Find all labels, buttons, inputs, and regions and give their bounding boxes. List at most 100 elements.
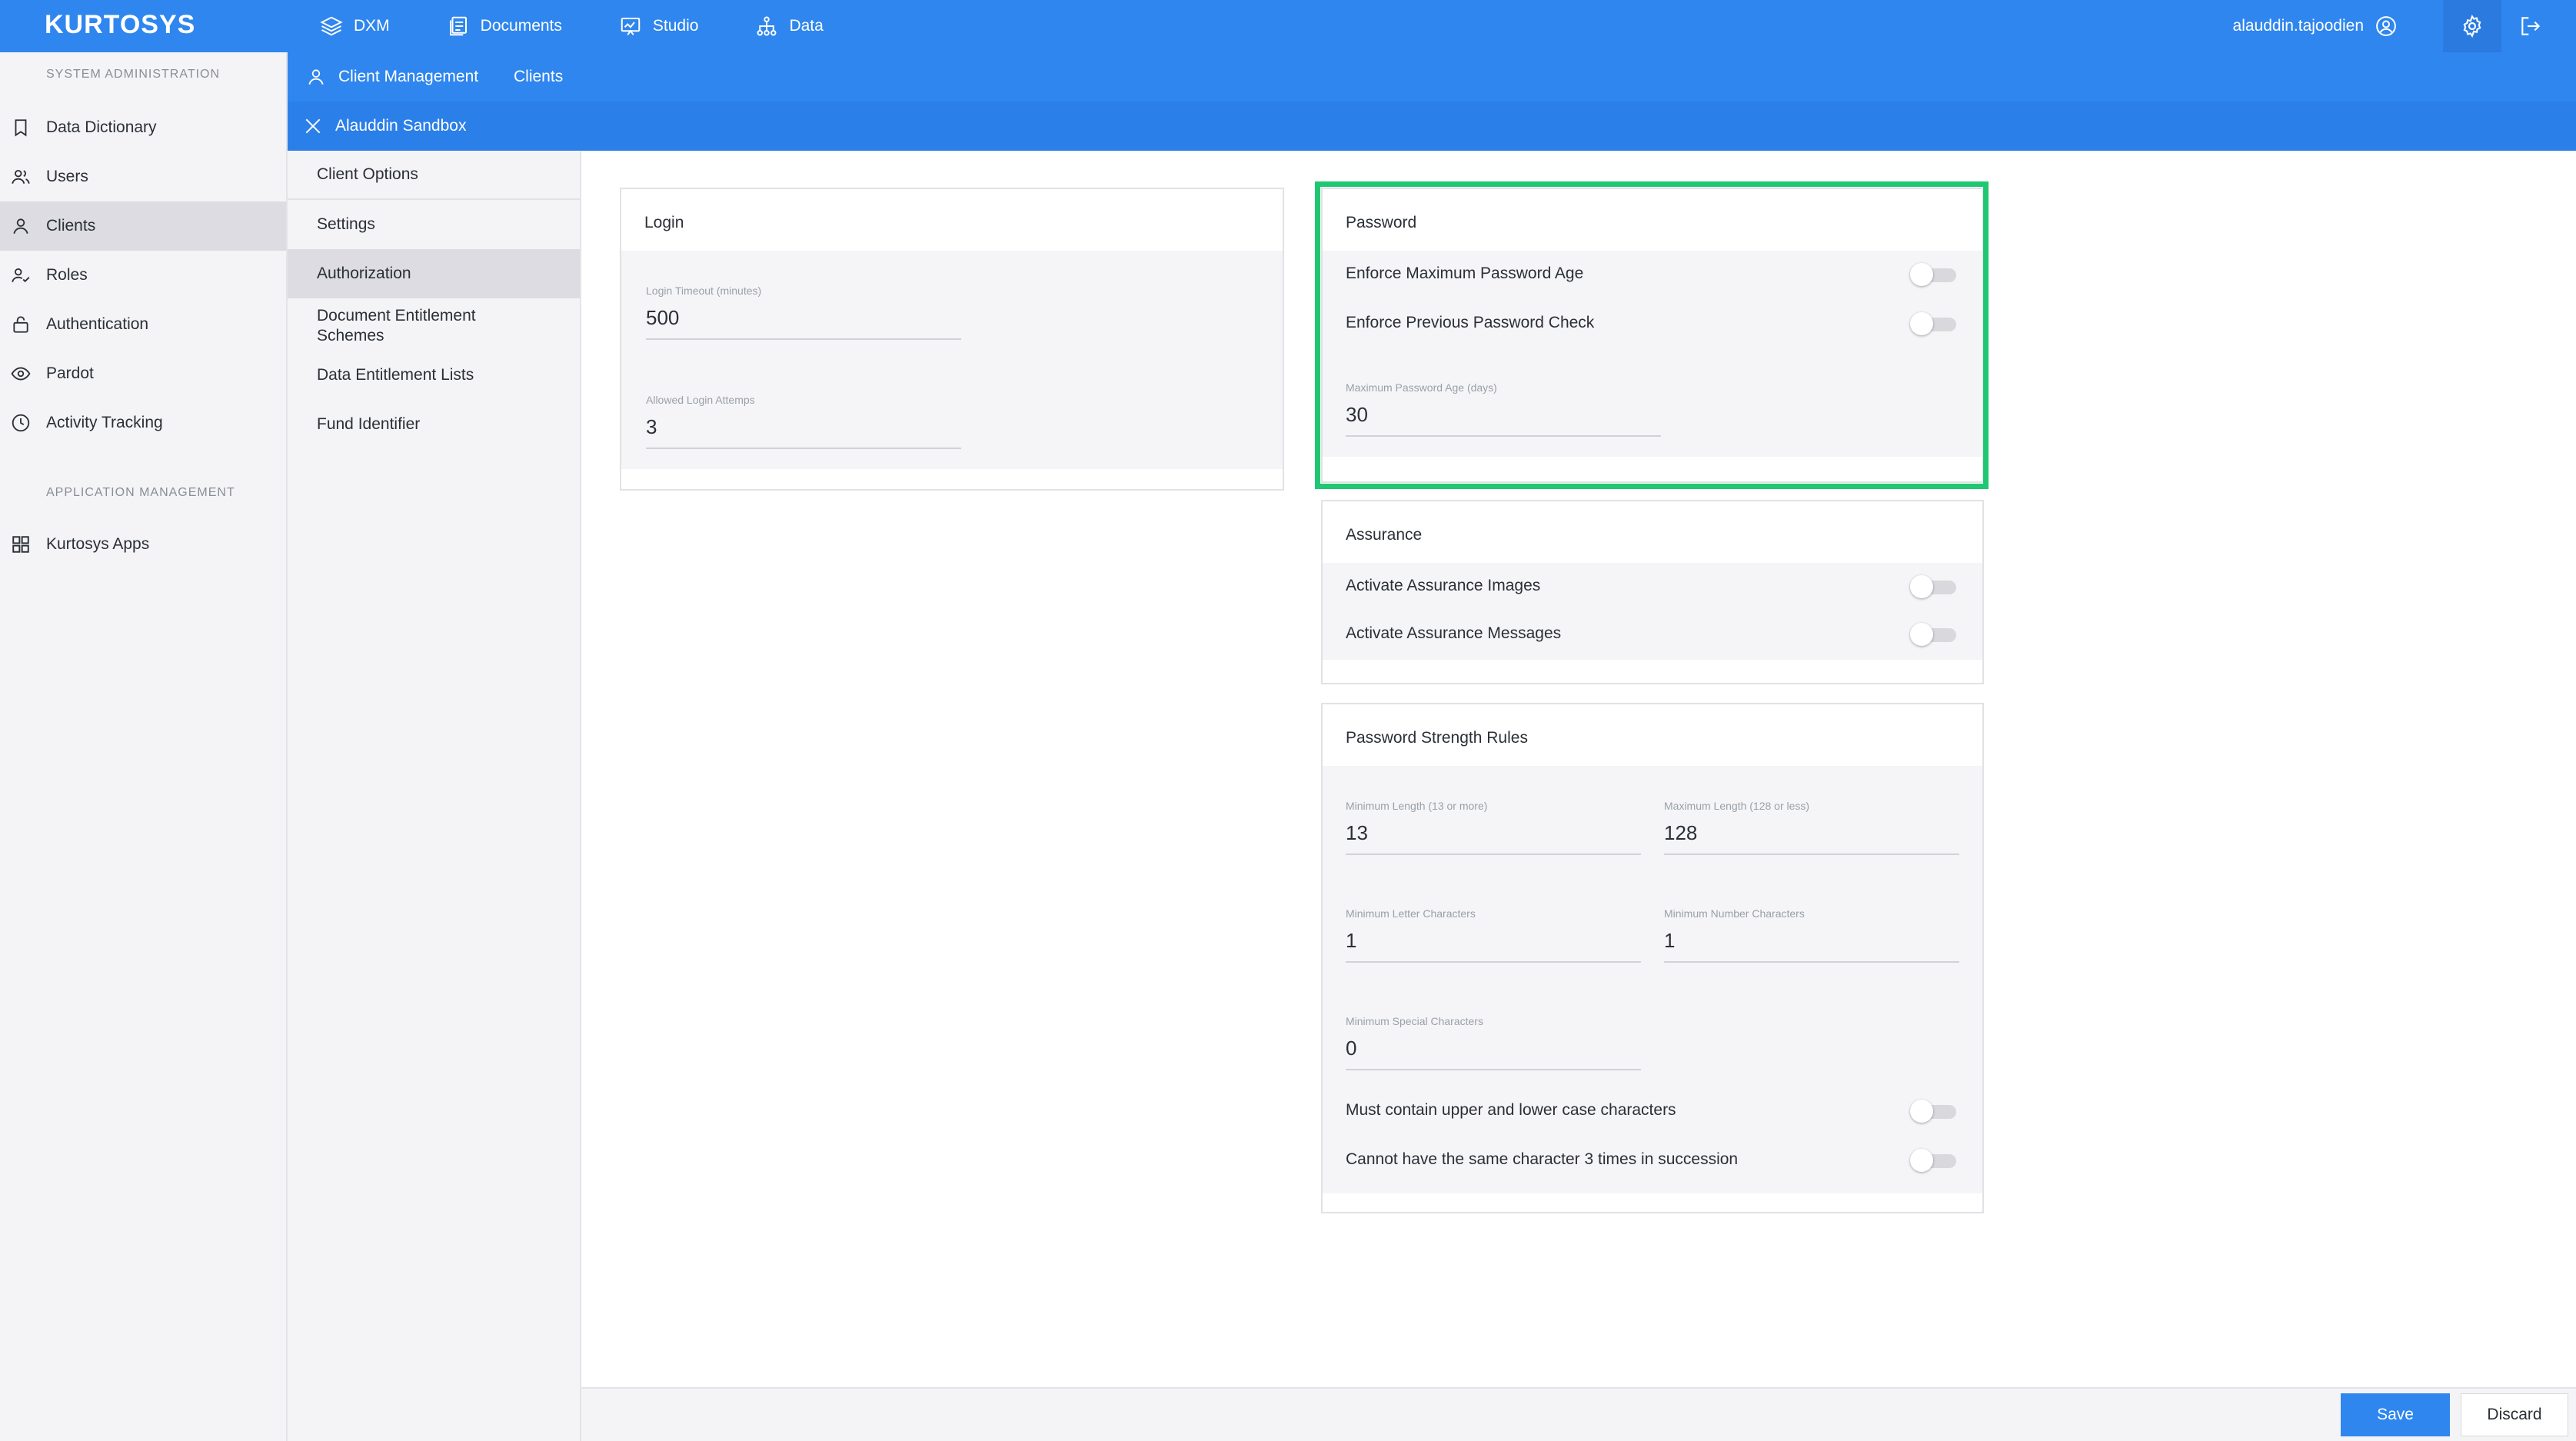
login-attempts-input[interactable]: 3: [646, 415, 657, 439]
nav-studio-label: Studio: [652, 17, 699, 35]
grid-icon: [12, 536, 29, 553]
clock-icon: [12, 414, 30, 432]
nav-data[interactable]: Data: [755, 15, 824, 38]
min-numbers-input[interactable]: 1: [1664, 929, 1675, 953]
kurtosys-logo[interactable]: KURTOSYS: [45, 10, 195, 40]
sidebar-item-label: Roles: [46, 266, 88, 284]
assurance-messages-label: Activate Assurance Messages: [1346, 624, 1562, 642]
login-card-title: Login: [644, 214, 684, 231]
login-attempts-label: Allowed Login Attemps: [646, 394, 755, 406]
breadcrumb-client-management[interactable]: Client Management: [338, 68, 478, 86]
nav-dxm[interactable]: DXM: [320, 15, 390, 38]
logout-icon: [2521, 17, 2541, 35]
min-special-input[interactable]: 0: [1346, 1037, 1356, 1060]
highlight-box: [1315, 181, 1989, 489]
min-length-input[interactable]: 13: [1346, 821, 1368, 845]
submenu-client-options[interactable]: Client Options: [288, 151, 580, 200]
min-numbers-underline: [1664, 961, 1959, 963]
sidebar-item-pardot[interactable]: Pardot: [0, 349, 286, 398]
min-special-underline: [1346, 1069, 1641, 1070]
nav-dxm-label: DXM: [354, 17, 390, 35]
max-length-input[interactable]: 128: [1664, 821, 1697, 845]
sidebar: SYSTEM ADMINISTRATION Data Dictionary Us…: [0, 52, 288, 1441]
sidebar-item-label: Authentication: [46, 315, 149, 333]
logout-button[interactable]: [2501, 0, 2560, 52]
no-repeat-label: Cannot have the same character 3 times i…: [1346, 1150, 1739, 1168]
upper-lower-label: Must contain upper and lower case charac…: [1346, 1101, 1676, 1119]
breadcrumb: Client Management Clients: [288, 52, 2576, 102]
submenu-authorization[interactable]: Authorization: [288, 249, 580, 298]
nav-documents[interactable]: Documents: [447, 15, 562, 38]
context-title: Alauddin Sandbox: [335, 117, 467, 135]
sidebar-item-label: Data Dictionary: [46, 118, 157, 136]
login-attempts-underline: [646, 448, 961, 449]
studio-icon: [621, 18, 641, 35]
client-submenu: Client Options Settings Authorization Do…: [288, 151, 581, 1441]
sidebar-item-clients[interactable]: Clients: [0, 201, 286, 251]
submenu-data-entitlement-lists[interactable]: Data Entitlement Lists: [288, 351, 580, 400]
sidebar-item-data-dictionary[interactable]: Data Dictionary: [0, 103, 286, 152]
top-nav: DXM Documents Studio Data: [320, 0, 880, 52]
submenu-item-label: Client Options: [317, 165, 418, 183]
submenu-settings[interactable]: Settings: [288, 200, 580, 249]
eye-icon: [11, 367, 31, 381]
data-icon: [757, 16, 777, 36]
client-icon: [308, 69, 324, 85]
user-menu[interactable]: alauddin.tajoodien: [2233, 0, 2398, 52]
min-length-label: Minimum Length (13 or more): [1346, 800, 1488, 812]
save-button[interactable]: Save: [2341, 1393, 2450, 1436]
breadcrumb-clients[interactable]: Clients: [514, 68, 563, 86]
roles-icon: [12, 268, 30, 283]
assurance-messages-toggle[interactable]: [1910, 623, 1956, 646]
lock-icon: [13, 316, 28, 333]
login-timeout-input[interactable]: 500: [646, 306, 679, 330]
context-bar: Alauddin Sandbox: [288, 102, 2576, 151]
assurance-card: Assurance Activate Assurance Images Acti…: [1321, 500, 1984, 684]
assurance-images-toggle[interactable]: [1910, 575, 1956, 598]
documents-icon: [449, 16, 467, 36]
submenu-fund-identifier[interactable]: Fund Identifier: [288, 400, 580, 449]
nav-studio[interactable]: Studio: [619, 15, 699, 38]
min-letters-label: Minimum Letter Characters: [1346, 907, 1476, 920]
close-icon[interactable]: [303, 116, 323, 136]
submenu-document-entitlement-schemes[interactable]: Document Entitlement Schemes: [288, 301, 580, 351]
no-repeat-toggle[interactable]: [1910, 1149, 1956, 1172]
nav-data-label: Data: [789, 17, 824, 35]
upper-lower-toggle[interactable]: [1910, 1100, 1956, 1123]
min-letters-input[interactable]: 1: [1346, 929, 1356, 953]
sidebar-item-label: Clients: [46, 217, 96, 235]
sidebar-item-authentication[interactable]: Authentication: [0, 300, 286, 349]
login-timeout-underline: [646, 338, 961, 340]
min-letters-underline: [1346, 961, 1641, 963]
sidebar-item-label: Kurtosys Apps: [46, 535, 150, 553]
sidebar-item-label: Users: [46, 168, 88, 185]
nav-documents-label: Documents: [480, 17, 562, 35]
submenu-item-label: Data Entitlement Lists: [317, 366, 474, 384]
section-application-management: APPLICATION MANAGEMENT: [46, 486, 235, 499]
sidebar-item-users[interactable]: Users: [0, 152, 286, 201]
password-strength-card: Password Strength Rules Minimum Length (…: [1321, 703, 1984, 1213]
login-timeout-label: Login Timeout (minutes): [646, 285, 762, 297]
layers-icon: [320, 16, 343, 36]
sidebar-item-activity-tracking[interactable]: Activity Tracking: [0, 398, 286, 448]
discard-button[interactable]: Discard: [2461, 1393, 2568, 1436]
client-icon: [13, 218, 28, 235]
settings-button[interactable]: [2443, 0, 2501, 52]
password-strength-card-body: Minimum Length (13 or more) 13 Maximum L…: [1323, 766, 1982, 1193]
assurance-images-label: Activate Assurance Images: [1346, 577, 1541, 594]
submenu-item-label: Settings: [317, 215, 375, 233]
sidebar-item-label: Activity Tracking: [46, 414, 163, 431]
top-bar: KURTOSYS DXM Documents Studio Data alaud…: [0, 0, 2576, 52]
sidebar-item-label: Pardot: [46, 364, 94, 382]
sidebar-item-roles[interactable]: Roles: [0, 251, 286, 300]
min-length-underline: [1346, 854, 1641, 855]
bookmark-icon: [15, 119, 27, 137]
password-strength-card-title: Password Strength Rules: [1346, 729, 1528, 747]
sidebar-item-kurtosys-apps[interactable]: Kurtosys Apps: [0, 520, 286, 569]
max-length-underline: [1664, 854, 1959, 855]
users-icon: [12, 169, 30, 184]
submenu-item-label: Authorization: [317, 265, 411, 282]
max-length-label: Maximum Length (128 or less): [1664, 800, 1810, 812]
assurance-card-title: Assurance: [1346, 526, 1423, 544]
gear-icon: [2463, 14, 2481, 38]
